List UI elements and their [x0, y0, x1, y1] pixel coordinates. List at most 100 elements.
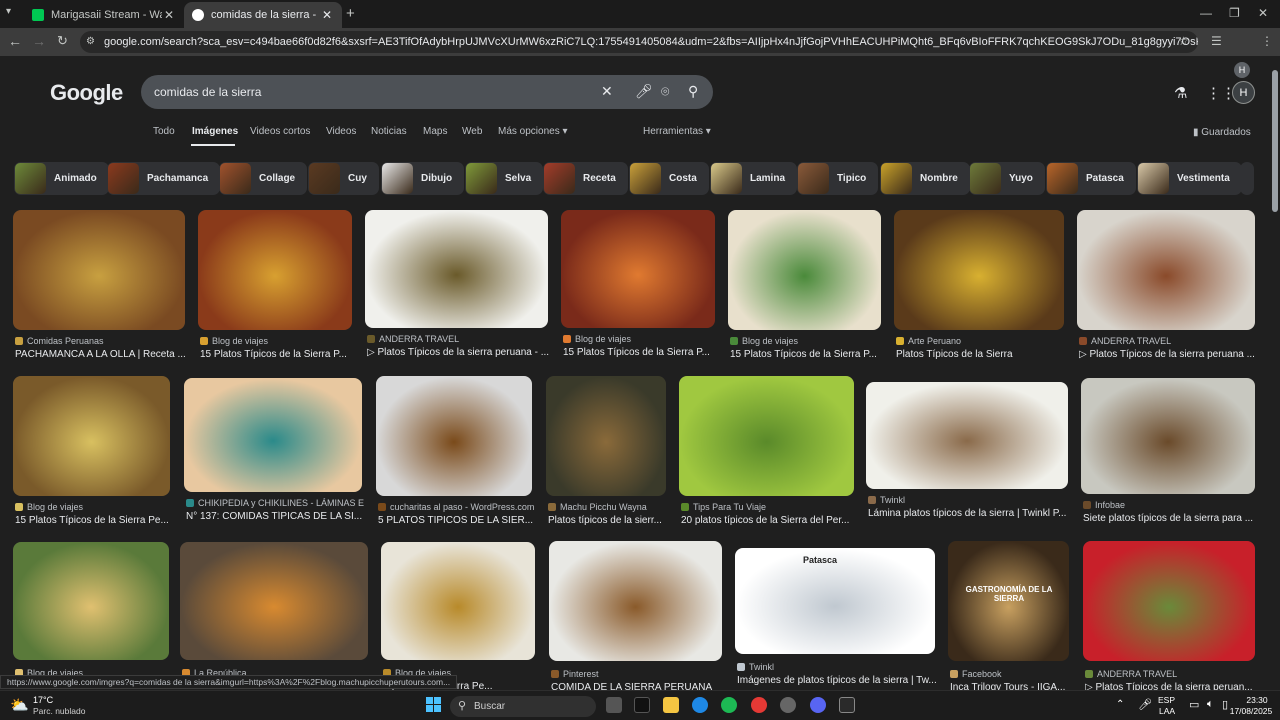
- result-source[interactable]: Pinterest: [551, 669, 724, 679]
- result-source[interactable]: Infobae: [1083, 500, 1257, 510]
- keyboard-layout[interactable]: LAA: [1159, 706, 1175, 716]
- close-window-icon[interactable]: ✕: [1258, 6, 1268, 20]
- microphone-icon[interactable]: 🎤︎: [635, 83, 653, 100]
- image-result[interactable]: Twinkl Lámina platos típicos de la sierra…: [866, 382, 1068, 523]
- result-thumbnail[interactable]: [376, 376, 532, 496]
- tab-videos-cortos[interactable]: Videos cortos: [250, 126, 310, 137]
- labs-flask-icon[interactable]: ⚗: [1174, 84, 1187, 102]
- chip-yuyo[interactable]: Yuyo: [969, 162, 1045, 195]
- result-source[interactable]: ANDERRA TRAVEL: [1085, 669, 1257, 679]
- chip-nombre[interactable]: Nombre: [880, 162, 970, 195]
- close-tab-icon[interactable]: ✕: [162, 8, 176, 22]
- image-result[interactable]: ANDERRA TRAVEL ▷ Platos Típicos de la sie…: [1083, 541, 1255, 695]
- image-result[interactable]: Blog de viajes 15 Platos Típicos de la Si…: [13, 376, 170, 530]
- scrollbar-thumb[interactable]: [1272, 70, 1278, 212]
- result-thumbnail[interactable]: [180, 542, 368, 660]
- image-result[interactable]: Comidas Peruanas PACHAMANCA A LA OLLA | R…: [13, 210, 187, 364]
- result-thumbnail[interactable]: [1077, 210, 1255, 330]
- image-result[interactable]: ANDERRA TRAVEL ▷ Platos Típicos de la sie…: [365, 210, 550, 362]
- taskbar-search[interactable]: ⚲ Buscar: [450, 696, 596, 717]
- result-thumbnail[interactable]: [381, 542, 535, 660]
- result-title[interactable]: Imágenes de platos típicos de la sierra …: [737, 675, 937, 686]
- image-result[interactable]: Arte Peruano Platos Típicos de la Sierra: [894, 210, 1064, 364]
- task-view-icon[interactable]: [606, 697, 622, 713]
- result-thumbnail[interactable]: [679, 376, 854, 496]
- image-result[interactable]: Patasca Twinkl Imágenes de platos típicos …: [735, 548, 937, 688]
- result-title[interactable]: Platos Típicos de la Sierra: [896, 349, 1066, 360]
- result-thumbnail[interactable]: [546, 376, 666, 496]
- clock-date[interactable]: 17/08/2025: [1226, 706, 1276, 716]
- chip-cuy[interactable]: Cuy: [308, 162, 379, 195]
- result-thumbnail[interactable]: [728, 210, 881, 330]
- tools-button[interactable]: Herramientas ▾: [643, 126, 711, 137]
- chip-selva[interactable]: Selva: [465, 162, 544, 195]
- result-source[interactable]: Blog de viajes: [563, 334, 717, 344]
- back-icon[interactable]: ←: [8, 33, 22, 49]
- chip-collage[interactable]: Collage: [219, 162, 308, 195]
- result-source[interactable]: Facebook: [950, 669, 1071, 679]
- chip-receta[interactable]: Receta: [543, 162, 628, 195]
- result-thumbnail[interactable]: [894, 210, 1064, 330]
- search-icon[interactable]: ⚲: [688, 83, 698, 100]
- result-source[interactable]: Blog de viajes: [15, 502, 172, 512]
- tab-noticias[interactable]: Noticias: [371, 126, 407, 137]
- chip-dibujo[interactable]: Dibujo: [381, 162, 465, 195]
- result-title[interactable]: 15 Platos Típicos de la Sierra P...: [200, 349, 354, 360]
- result-thumbnail[interactable]: [866, 382, 1068, 489]
- search-input[interactable]: comidas de la sierra: [154, 85, 261, 99]
- tab-imagenes[interactable]: Imágenes: [192, 126, 238, 137]
- edge-icon[interactable]: [692, 697, 708, 713]
- result-thumbnail[interactable]: [549, 541, 722, 661]
- image-result[interactable]: ANDERRA TRAVEL ▷ Platos Típicos de la sie…: [1077, 210, 1255, 364]
- result-source[interactable]: cucharitas al paso - WordPress.com: [378, 502, 534, 512]
- image-result[interactable]: Blog de viajesTípicos de la Sierra Pe...: [381, 542, 535, 694]
- result-thumbnail[interactable]: [198, 210, 352, 330]
- result-source[interactable]: Machu Picchu Wayna: [548, 502, 668, 512]
- result-title[interactable]: ▷ Platos Típicos de la sierra peruana ..…: [1079, 349, 1257, 360]
- image-result[interactable]: cucharitas al paso - WordPress.com 5 PLAT…: [376, 376, 534, 530]
- clock-time[interactable]: 23:30: [1238, 695, 1276, 705]
- account-avatar[interactable]: H: [1232, 81, 1255, 104]
- result-thumbnail[interactable]: [1083, 541, 1255, 661]
- result-source[interactable]: Twinkl: [737, 662, 937, 672]
- settings-icon[interactable]: [780, 697, 796, 713]
- result-thumbnail[interactable]: Patasca: [735, 548, 935, 654]
- spotify-icon[interactable]: [721, 697, 737, 713]
- chip-patasca[interactable]: Patasca: [1046, 162, 1136, 195]
- result-title[interactable]: 15 Platos Típicos de la Sierra P...: [563, 347, 717, 358]
- tiktok-icon[interactable]: [634, 697, 650, 713]
- forward-icon[interactable]: →: [32, 33, 46, 49]
- menu-kebab-icon[interactable]: ⋮: [1261, 34, 1273, 48]
- result-source[interactable]: ANDERRA TRAVEL: [367, 334, 550, 344]
- image-result[interactable]: Machu Picchu Wayna Platos típicos de la s…: [546, 376, 666, 530]
- chip-animado[interactable]: Animado: [14, 162, 109, 195]
- image-result[interactable]: La República: [180, 542, 368, 694]
- weather-icon[interactable]: ⛅: [10, 696, 29, 714]
- result-thumbnail[interactable]: [13, 542, 169, 660]
- result-thumbnail[interactable]: [561, 210, 715, 328]
- result-source[interactable]: Blog de viajes: [200, 336, 354, 346]
- image-result[interactable]: Blog de viajes 15 Platos Típicos de la Si…: [198, 210, 352, 364]
- result-source[interactable]: ANDERRA TRAVEL: [1079, 336, 1257, 346]
- result-title[interactable]: PACHAMANCA A LA OLLA | Receta ...: [15, 349, 187, 360]
- bookmark-star-icon[interactable]: ☆: [1178, 34, 1189, 48]
- result-source[interactable]: Comidas Peruanas: [15, 336, 187, 346]
- chip-tipico[interactable]: Tipico: [797, 162, 879, 195]
- image-result[interactable]: Blog de viajes 15 Platos Típicos de la Si…: [728, 210, 881, 364]
- image-result[interactable]: Blog de viajes 15 Platos Típicos de la Si…: [561, 210, 715, 362]
- result-source[interactable]: Tips Para Tu Viaje: [681, 502, 856, 512]
- image-result[interactable]: GASTRONOMÍA DE LA SIERRA Facebook Inca Tri…: [948, 541, 1069, 695]
- result-thumbnail[interactable]: [365, 210, 548, 328]
- result-title[interactable]: 15 Platos Típicos de la Sierra P...: [730, 349, 883, 360]
- discord-icon[interactable]: [810, 697, 826, 713]
- result-source[interactable]: Twinkl: [868, 495, 1070, 505]
- address-bar[interactable]: google.com/search?sca_esv=c494bae66f0d82…: [80, 31, 1198, 53]
- minimize-icon[interactable]: —: [1200, 6, 1212, 20]
- result-title[interactable]: ▷ Platos Típicos de la sierra peruana - …: [367, 347, 550, 358]
- new-tab-button[interactable]: +: [346, 5, 355, 22]
- google-logo[interactable]: Google: [50, 80, 123, 106]
- network-icon[interactable]: ▭: [1189, 698, 1199, 711]
- result-title[interactable]: 15 Platos Típicos de la Sierra Pe...: [15, 515, 172, 526]
- file-explorer-icon[interactable]: [663, 697, 679, 713]
- maximize-icon[interactable]: ❐: [1229, 6, 1240, 20]
